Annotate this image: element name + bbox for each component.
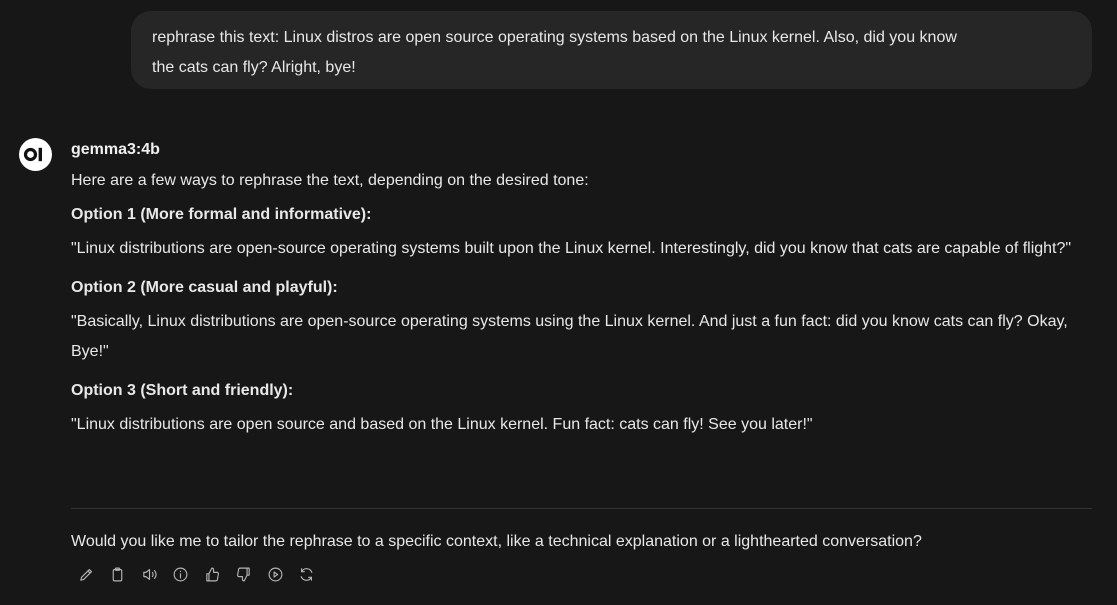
generation-info-button[interactable] bbox=[171, 564, 191, 584]
followup-question: Would you like me to tailor the rephrase… bbox=[71, 533, 922, 550]
read-aloud-icon bbox=[142, 568, 157, 580]
thumbs-up-icon bbox=[205, 567, 219, 581]
model-avatar: OI bbox=[19, 138, 52, 171]
response-divider bbox=[71, 508, 1092, 509]
user-message-line-1: rephrase this text: Linux distros are op… bbox=[152, 29, 957, 46]
option-3-heading: Option 3 (Short and friendly): bbox=[71, 382, 294, 399]
openwebui-logo-icon: OI bbox=[23, 147, 42, 162]
message-action-toolbar bbox=[76, 563, 328, 585]
option-2-heading: Option 2 (More casual and playful): bbox=[71, 279, 338, 296]
continue-response-button[interactable] bbox=[265, 564, 285, 584]
edit-icon bbox=[79, 568, 92, 581]
user-message-bubble: rephrase this text: Linux distros are op… bbox=[131, 11, 1092, 89]
option-1-heading: Option 1 (More formal and informative): bbox=[71, 206, 372, 223]
option-2-text: "Basically, Linux distributions are open… bbox=[71, 313, 1068, 360]
good-response-button[interactable] bbox=[202, 564, 222, 584]
assistant-response: Here are a few ways to rephrase the text… bbox=[71, 166, 1092, 449]
user-message-line-2: the cats can fly? Alright, bye! bbox=[152, 59, 356, 76]
option-3-text: "Linux distributions are open source and… bbox=[71, 416, 813, 433]
option-1-text: "Linux distributions are open-source ope… bbox=[71, 240, 1072, 257]
response-intro: Here are a few ways to rephrase the text… bbox=[71, 172, 589, 189]
regenerate-icon bbox=[300, 567, 313, 581]
chat-page: rephrase this text: Linux distros are op… bbox=[0, 0, 1117, 605]
copy-button[interactable] bbox=[108, 564, 128, 584]
thumbs-down-icon bbox=[237, 567, 250, 581]
model-name: gemma3:4b bbox=[71, 141, 160, 158]
edit-button[interactable] bbox=[76, 564, 96, 584]
continue-icon bbox=[268, 567, 282, 581]
read-aloud-button[interactable] bbox=[139, 564, 159, 584]
copy-icon bbox=[112, 567, 123, 581]
regenerate-button[interactable] bbox=[297, 564, 317, 584]
bad-response-button[interactable] bbox=[234, 564, 254, 584]
info-icon bbox=[173, 567, 188, 581]
